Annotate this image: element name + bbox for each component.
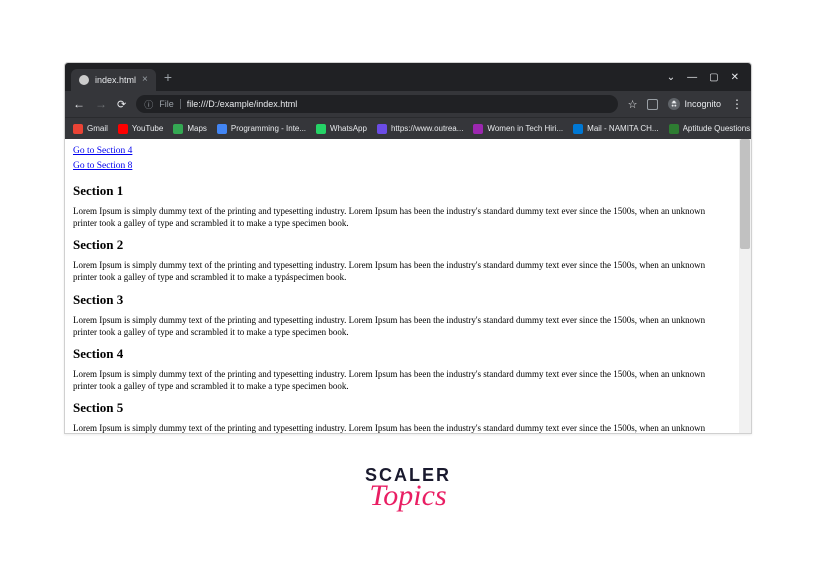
bookmark-favicon-icon xyxy=(669,124,679,134)
anchor-link[interactable]: Go to Section 8 xyxy=(73,161,132,171)
browser-window: index.html × + ⌄ — ▢ ✕ ← → ⟳ ⓘ File file… xyxy=(64,62,752,434)
toolbar: ← → ⟳ ⓘ File file:///D:/example/index.ht… xyxy=(65,91,751,117)
bookmark-star-icon[interactable]: ☆ xyxy=(628,98,638,111)
bookmark-item[interactable]: Maps xyxy=(173,124,207,134)
bookmark-label: WhatsApp xyxy=(330,124,367,133)
bookmark-label: Maps xyxy=(187,124,207,133)
close-window-button[interactable]: ✕ xyxy=(731,72,739,83)
bookmark-label: Aptitude Questions... xyxy=(683,124,752,133)
scrollbar-thumb[interactable] xyxy=(740,139,750,249)
incognito-icon xyxy=(668,98,680,110)
section-heading: Section 2 xyxy=(73,237,731,253)
bookmark-item[interactable]: https://www.outrea... xyxy=(377,124,463,134)
bookmark-item[interactable]: Mail - NAMITA CH... xyxy=(573,124,658,134)
bookmark-item[interactable]: Programming - Inte... xyxy=(217,124,306,134)
reload-button[interactable]: ⟳ xyxy=(117,98,126,111)
bookmark-favicon-icon xyxy=(377,124,387,134)
section-body: Lorem Ipsum is simply dummy text of the … xyxy=(73,205,731,229)
bookmark-item[interactable]: Women in Tech Hiri... xyxy=(473,124,563,134)
section-body: Lorem Ipsum is simply dummy text of the … xyxy=(73,422,731,433)
bookmark-favicon-icon xyxy=(217,124,227,134)
brand-bottom-text: Topics xyxy=(365,482,451,509)
bookmark-item[interactable]: WhatsApp xyxy=(316,124,367,134)
minimize-button[interactable]: — xyxy=(687,72,697,83)
anchor-link[interactable]: Go to Section 4 xyxy=(73,146,132,156)
bookmark-label: Programming - Inte... xyxy=(231,124,306,133)
page-viewport: Go to Section 4 Go to Section 8 Section 1 L… xyxy=(65,139,739,433)
kebab-menu-icon[interactable]: ⋮ xyxy=(731,102,743,107)
close-tab-icon[interactable]: × xyxy=(142,75,148,85)
forward-button[interactable]: → xyxy=(95,98,107,110)
file-icon: ⓘ xyxy=(144,98,153,111)
url-text: file:///D:/example/index.html xyxy=(187,99,298,109)
section-heading: Section 5 xyxy=(73,400,731,416)
address-bar[interactable]: ⓘ File file:///D:/example/index.html xyxy=(136,95,617,113)
bookmark-item[interactable]: Gmail xyxy=(73,124,108,134)
bookmarks-bar: Gmail YouTube Maps Programming - Inte... Wha… xyxy=(65,117,751,139)
section-body: Lorem Ipsum is simply dummy text of the … xyxy=(73,314,731,338)
bookmark-item[interactable]: YouTube xyxy=(118,124,163,134)
bookmark-label: https://www.outrea... xyxy=(391,124,463,133)
tab-title: index.html xyxy=(95,75,136,85)
section-body: Lorem Ipsum is simply dummy text of the … xyxy=(73,259,731,283)
bookmark-label: Mail - NAMITA CH... xyxy=(587,124,658,133)
bookmark-favicon-icon xyxy=(473,124,483,134)
chevron-down-icon[interactable]: ⌄ xyxy=(667,72,675,83)
profile-badge[interactable]: Incognito xyxy=(668,98,721,110)
section-heading: Section 4 xyxy=(73,346,731,362)
brand-logo: SCALER Topics xyxy=(365,466,451,509)
tab-favicon-icon xyxy=(79,75,89,85)
window-controls: ⌄ — ▢ ✕ xyxy=(667,72,745,83)
bookmark-label: YouTube xyxy=(132,124,163,133)
extensions-icon[interactable] xyxy=(647,99,658,110)
tab-strip: index.html × + ⌄ — ▢ ✕ xyxy=(65,63,751,91)
toolbar-right: ☆ Incognito ⋮ xyxy=(628,98,743,111)
new-tab-button[interactable]: + xyxy=(164,70,172,84)
bookmark-favicon-icon xyxy=(573,124,583,134)
bookmark-favicon-icon xyxy=(73,124,83,134)
section-heading: Section 1 xyxy=(73,183,731,199)
url-scheme-label: File xyxy=(159,99,181,109)
back-button[interactable]: ← xyxy=(73,98,85,110)
bookmark-label: Gmail xyxy=(87,124,108,133)
section-body: Lorem Ipsum is simply dummy text of the … xyxy=(73,368,731,392)
bookmark-item[interactable]: Aptitude Questions... xyxy=(669,124,752,134)
bookmark-favicon-icon xyxy=(316,124,326,134)
bookmark-favicon-icon xyxy=(173,124,183,134)
browser-tab[interactable]: index.html × xyxy=(71,69,156,91)
scrollbar-track[interactable] xyxy=(739,139,751,433)
bookmark-favicon-icon xyxy=(118,124,128,134)
section-heading: Section 3 xyxy=(73,292,731,308)
bookmark-label: Women in Tech Hiri... xyxy=(487,124,563,133)
profile-label: Incognito xyxy=(684,99,721,109)
maximize-button[interactable]: ▢ xyxy=(709,72,718,83)
